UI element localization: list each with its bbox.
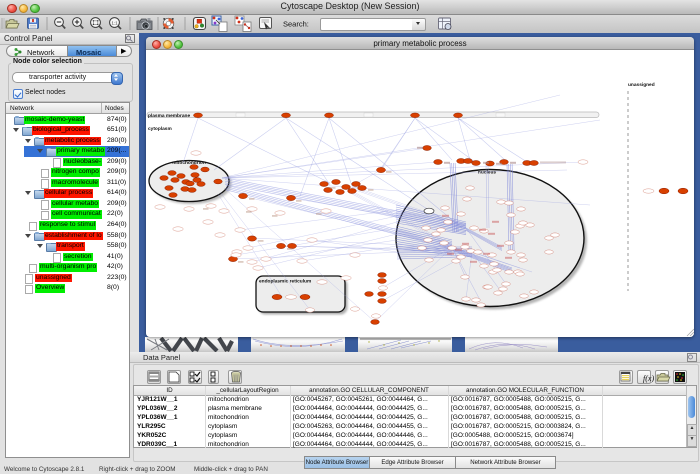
svg-text:Search:: Search: [283,20,309,29]
svg-text:unassigned: unassigned [628,82,655,88]
svg-text:1:1: 1:1 [111,20,118,25]
svg-text:f(x): f(x) [643,374,654,383]
svg-text:endoplasmic reticulum: endoplasmic reticulum [259,279,311,285]
svg-text:nucleus: nucleus [478,170,496,176]
svg-text:cytoplasm: cytoplasm [148,126,172,132]
svg-text:mitochondrion: mitochondrion [172,160,206,166]
svg-text:plasma membrane: plasma membrane [148,113,190,119]
